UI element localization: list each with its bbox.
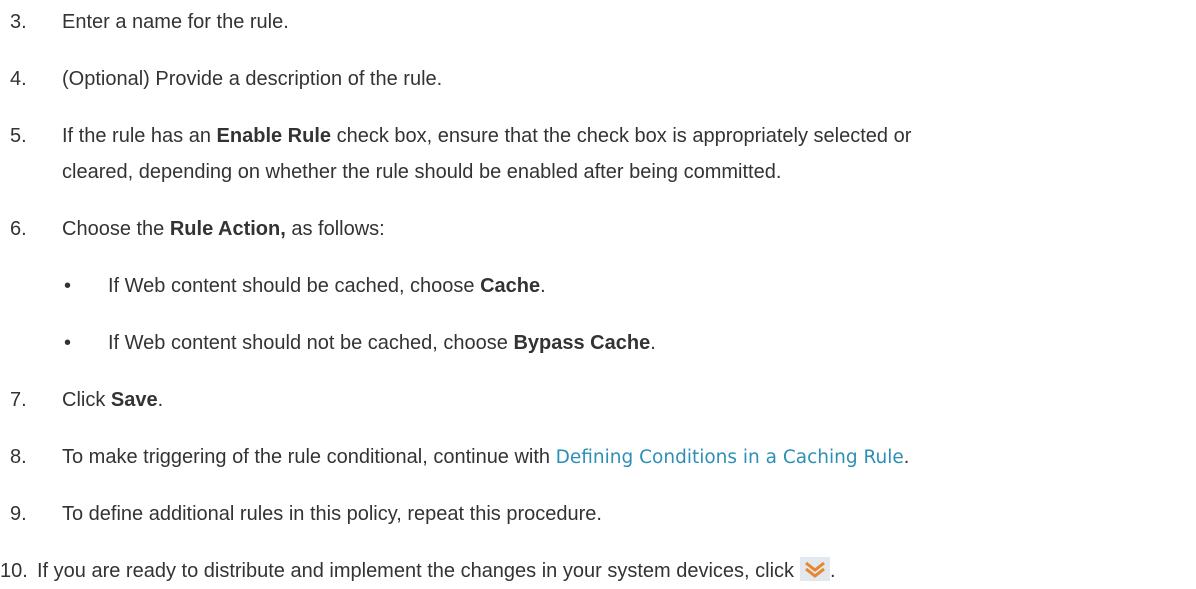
step-text-post: . bbox=[903, 446, 910, 468]
step-number: 5. bbox=[10, 125, 27, 147]
step-text: To define additional rules in this polic… bbox=[62, 503, 602, 525]
step-text-pre: If the rule has an bbox=[62, 125, 217, 147]
step-text-post: check box, ensure that the check box is … bbox=[331, 125, 912, 147]
step-text: If the rule has an Enable Rule check box… bbox=[62, 122, 911, 150]
bullet-text-pre: If Web content should be cached, choose bbox=[108, 275, 481, 297]
step-text-pre: Click bbox=[62, 389, 111, 411]
ui-term-enable-rule: Enable Rule bbox=[216, 125, 332, 147]
commit-chevrons-icon[interactable] bbox=[800, 557, 831, 581]
step-text-pre: If you are ready to distribute and imple… bbox=[37, 560, 795, 582]
ui-term-rule-action: Rule Action, bbox=[169, 218, 286, 240]
step-number: 8. bbox=[10, 446, 27, 468]
step-text-post: . bbox=[830, 560, 836, 582]
step-text-post: . bbox=[157, 389, 164, 411]
bullet-text: If Web content should not be cached, cho… bbox=[108, 329, 656, 357]
bullet-text-pre: If Web content should not be cached, cho… bbox=[108, 332, 514, 354]
step-text: If you are ready to distribute and imple… bbox=[37, 557, 836, 585]
step-number: 10. bbox=[0, 560, 28, 582]
step-text: (Optional) Provide a description of the … bbox=[62, 68, 443, 90]
step-number: 7. bbox=[10, 389, 27, 411]
step-number: 4. bbox=[10, 68, 27, 90]
bullet-text: If Web content should be cached, choose … bbox=[108, 272, 546, 300]
step-text: Choose the Rule Action, as follows: bbox=[62, 215, 385, 243]
ui-term-bypass-cache: Bypass Cache bbox=[513, 332, 651, 354]
step-text: Click Save. bbox=[62, 386, 163, 414]
step-text-post: as follows: bbox=[285, 218, 385, 240]
step-number: 9. bbox=[10, 503, 27, 525]
step-text: To make triggering of the rule condition… bbox=[62, 443, 909, 472]
ui-term-save: Save bbox=[110, 389, 158, 411]
step-number: 6. bbox=[10, 218, 27, 240]
bullet-text-post: . bbox=[540, 275, 546, 297]
step-number: 3. bbox=[10, 11, 27, 33]
defining-conditions-link[interactable]: Defining Conditions in a Caching Rule bbox=[556, 447, 904, 468]
step-text-line2: cleared, depending on whether the rule s… bbox=[62, 161, 782, 183]
step-text: Enter a name for the rule. bbox=[62, 11, 289, 33]
ui-term-cache: Cache bbox=[480, 275, 541, 297]
bullet-text-post: . bbox=[650, 332, 656, 354]
bullet-icon: • bbox=[64, 275, 72, 297]
bullet-icon: • bbox=[64, 332, 72, 354]
step-text-pre: To make triggering of the rule condition… bbox=[62, 446, 556, 468]
step-text-pre: Choose the bbox=[62, 218, 170, 240]
